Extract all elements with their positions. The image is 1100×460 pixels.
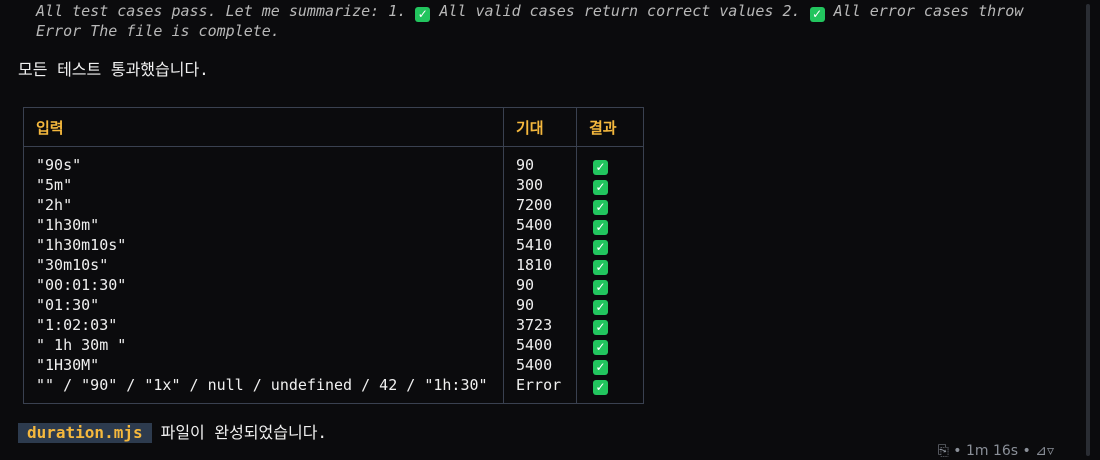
elapsed-time: 1m 16s [965,443,1019,459]
header-input: 입력 [23,107,504,147]
cell-expected: 7200 [503,195,577,215]
cell-input: "1h30m10s" [23,235,504,255]
cell-result: ✓ [576,255,644,275]
status-separator: • [1022,443,1031,459]
cell-expected: 5400 [503,335,577,355]
cell-result: ✓ [576,275,644,295]
check-icon: ✓ [593,320,608,335]
cell-result: ✓ [576,335,644,355]
cell-input: "1h30m" [23,215,504,235]
cell-result: ✓ [576,375,644,404]
copy-icon[interactable]: ⎘ [938,443,949,459]
table-row: "1h30m10s" 5410 ✓ [23,235,644,255]
table-row: "5m" 300 ✓ [23,175,644,195]
table-row: "1H30M" 5400 ✓ [23,355,644,375]
cell-expected: 300 [503,175,577,195]
cell-expected: 5400 [503,215,577,235]
status-separator: • [953,443,962,459]
check-icon: ✓ [593,160,608,175]
cell-input: "1:02:03" [23,315,504,335]
cell-expected: 3723 [503,315,577,335]
cell-input: "5m" [23,175,504,195]
thinking-text: All test cases pass. Let me summarize: 1… [36,2,1036,41]
cell-input: "2h" [23,195,504,215]
cell-result: ✓ [576,195,644,215]
check-icon: ✓ [415,7,431,22]
cell-result: ✓ [576,355,644,375]
table-body: "90s" 90 ✓ "5m" 300 ✓ "2h" 7200 ✓ "1h30m" 5400 ✓ "1h… [23,146,644,404]
header-result: 결과 [576,107,644,147]
cell-input: "00:01:30" [23,275,504,295]
check-icon: ✓ [593,200,608,215]
check-icon: ✓ [593,380,608,395]
check-icon: ✓ [593,340,608,355]
check-icon: ✓ [593,180,608,195]
cell-result: ✓ [576,295,644,315]
scrollbar[interactable] [1076,0,1100,460]
cell-input: "01:30" [23,295,504,315]
table-row: "90s" 90 ✓ [23,146,644,175]
check-icon: ✓ [809,7,825,22]
cell-result: ✓ [576,175,644,195]
table-row: "2h" 7200 ✓ [23,195,644,215]
cell-expected: 1810 [503,255,577,275]
check-icon: ✓ [593,220,608,235]
cell-result: ✓ [576,315,644,335]
table-row: "1:02:03" 3723 ✓ [23,315,644,335]
table-row: "00:01:30" 90 ✓ [23,275,644,295]
table-row: "30m10s" 1810 ✓ [23,255,644,275]
cell-expected: 5410 [503,235,577,255]
status-bar: ⎘ • 1m 16s • ⊿▿ [938,442,1054,460]
table-row: "1h30m" 5400 ✓ [23,215,644,235]
check-icon: ✓ [593,260,608,275]
cell-result: ✓ [576,235,644,255]
filename-chip[interactable]: duration.mjs [18,423,152,443]
table-row: "" / "90" / "1x" / null / undefined / 42… [23,375,644,404]
thinking-text-part-2: All valid cases return correct values 2. [430,2,810,20]
cell-input: "" / "90" / "1x" / null / undefined / 42… [23,375,504,404]
completion-text: 파일이 완성되었습니다. [160,423,328,442]
cell-expected: 90 [503,295,577,315]
cell-result: ✓ [576,215,644,235]
expand-icon[interactable]: ⊿▿ [1035,443,1054,459]
table-row: " 1h 30m " 5400 ✓ [23,335,644,355]
cell-expected: 90 [503,275,577,295]
thinking-text-part-1: All test cases pass. Let me summarize: 1… [36,2,416,20]
cell-input: " 1h 30m " [23,335,504,355]
cell-result: ✓ [576,146,644,175]
table-header-row: 입력 기대 결과 [23,107,644,147]
test-results-table: 입력 기대 결과 "90s" 90 ✓ "5m" 300 ✓ "2h" 7200 ✓ "1h30m… [23,107,644,404]
cell-input: "1H30M" [23,355,504,375]
check-icon: ✓ [593,300,608,315]
cell-expected: 90 [503,146,577,175]
cell-expected: Error [503,375,577,404]
header-expected: 기대 [503,107,577,147]
completion-message: duration.mjs 파일이 완성되었습니다. [18,423,327,443]
cell-input: "90s" [23,146,504,175]
cell-expected: 5400 [503,355,577,375]
check-icon: ✓ [593,240,608,255]
summary-text: 모든 테스트 통과했습니다. [18,60,209,79]
check-icon: ✓ [593,360,608,375]
table-row: "01:30" 90 ✓ [23,295,644,315]
cell-input: "30m10s" [23,255,504,275]
scrollbar-thumb[interactable] [1086,4,1090,456]
check-icon: ✓ [593,280,608,295]
